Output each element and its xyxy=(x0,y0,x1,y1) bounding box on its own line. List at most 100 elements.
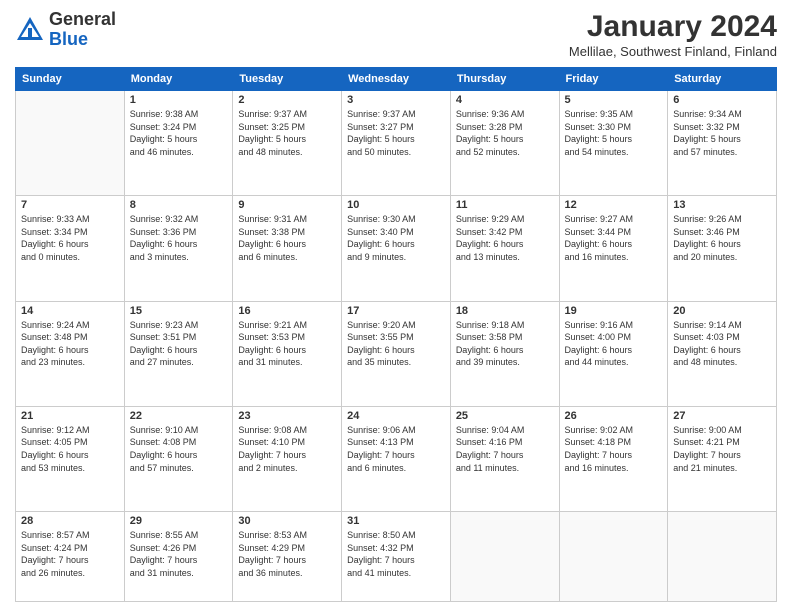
table-row: 2Sunrise: 9:37 AM Sunset: 3:25 PM Daylig… xyxy=(233,91,342,196)
table-row: 22Sunrise: 9:10 AM Sunset: 4:08 PM Dayli… xyxy=(124,406,233,511)
day-info: Sunrise: 9:14 AM Sunset: 4:03 PM Dayligh… xyxy=(673,319,771,369)
col-tuesday: Tuesday xyxy=(233,68,342,91)
table-row: 3 Sunrise: 9:37 AM Sunset: 3:27 PM Daylig… xyxy=(342,91,451,196)
table-row: 6 Sunrise: 9:34 AM Sunset: 3:32 PM Daylig… xyxy=(668,91,777,196)
day-number: 5 xyxy=(565,94,663,106)
day-info: Sunrise: 9:37 AM Sunset: 3:27 PM Dayligh… xyxy=(347,108,445,158)
day-info: Sunrise: 9:37 AM Sunset: 3:25 PM Dayligh… xyxy=(238,108,336,158)
day-number: 10 xyxy=(347,199,445,211)
table-row: 13 Sunrise: 9:26 AM Sunset: 3:46 PM Dayli… xyxy=(668,196,777,301)
day-info: Sunrise: 9:16 AM Sunset: 4:00 PM Dayligh… xyxy=(565,319,663,369)
day-info: Sunrise: 9:08 AM Sunset: 4:10 PM Dayligh… xyxy=(238,424,336,474)
day-number: 25 xyxy=(456,410,554,422)
table-row xyxy=(450,512,559,602)
table-row: 28 Sunrise: 8:57 AM Sunset: 4:24 PM Dayli… xyxy=(16,512,125,602)
day-info: Sunrise: 8:57 AM Sunset: 4:24 PM Dayligh… xyxy=(21,529,119,579)
calendar-table: Sunday Monday Tuesday Wednesday Thursday… xyxy=(15,67,777,602)
day-number: 29 xyxy=(130,515,228,527)
logo-text: General Blue xyxy=(49,10,116,50)
table-row xyxy=(16,91,125,196)
day-info: Sunrise: 9:02 AM Sunset: 4:18 PM Dayligh… xyxy=(565,424,663,474)
table-row: 30Sunrise: 8:53 AM Sunset: 4:29 PM Dayli… xyxy=(233,512,342,602)
calendar-week-3: 14Sunrise: 9:24 AM Sunset: 3:48 PM Dayli… xyxy=(16,301,777,406)
day-number: 6 xyxy=(673,94,771,106)
day-number: 18 xyxy=(456,305,554,317)
calendar-week-4: 21 Sunrise: 9:12 AM Sunset: 4:05 PM Dayli… xyxy=(16,406,777,511)
day-number: 26 xyxy=(565,410,663,422)
month-title: January 2024 xyxy=(569,10,777,44)
table-row: 15Sunrise: 9:23 AM Sunset: 3:51 PM Dayli… xyxy=(124,301,233,406)
location: Mellilae, Southwest Finland, Finland xyxy=(569,44,777,59)
day-number: 28 xyxy=(21,515,119,527)
table-row: 21 Sunrise: 9:12 AM Sunset: 4:05 PM Dayli… xyxy=(16,406,125,511)
calendar-week-2: 7 Sunrise: 9:33 AM Sunset: 3:34 PM Daylig… xyxy=(16,196,777,301)
day-number: 1 xyxy=(130,94,228,106)
table-row: 12 Sunrise: 9:27 AM Sunset: 3:44 PM Dayli… xyxy=(559,196,668,301)
day-info: Sunrise: 9:26 AM Sunset: 3:46 PM Dayligh… xyxy=(673,213,771,263)
table-row: 11 Sunrise: 9:29 AM Sunset: 3:42 PM Dayli… xyxy=(450,196,559,301)
day-number: 9 xyxy=(238,199,336,211)
table-row: 9 Sunrise: 9:31 AM Sunset: 3:38 PM Daylig… xyxy=(233,196,342,301)
table-row: 1 Sunrise: 9:38 AM Sunset: 3:24 PM Daylig… xyxy=(124,91,233,196)
table-row xyxy=(668,512,777,602)
day-number: 13 xyxy=(673,199,771,211)
day-number: 17 xyxy=(347,305,445,317)
col-sunday: Sunday xyxy=(16,68,125,91)
day-number: 12 xyxy=(565,199,663,211)
day-number: 8 xyxy=(130,199,228,211)
day-number: 7 xyxy=(21,199,119,211)
day-info: Sunrise: 9:00 AM Sunset: 4:21 PM Dayligh… xyxy=(673,424,771,474)
day-number: 27 xyxy=(673,410,771,422)
calendar-header-row: Sunday Monday Tuesday Wednesday Thursday… xyxy=(16,68,777,91)
table-row: 31Sunrise: 8:50 AM Sunset: 4:32 PM Dayli… xyxy=(342,512,451,602)
page: General Blue January 2024 Mellilae, Sout… xyxy=(0,0,792,612)
day-number: 19 xyxy=(565,305,663,317)
day-info: Sunrise: 9:38 AM Sunset: 3:24 PM Dayligh… xyxy=(130,108,228,158)
day-info: Sunrise: 9:04 AM Sunset: 4:16 PM Dayligh… xyxy=(456,424,554,474)
day-info: Sunrise: 9:29 AM Sunset: 3:42 PM Dayligh… xyxy=(456,213,554,263)
table-row: 25 Sunrise: 9:04 AM Sunset: 4:16 PM Dayli… xyxy=(450,406,559,511)
day-info: Sunrise: 9:35 AM Sunset: 3:30 PM Dayligh… xyxy=(565,108,663,158)
table-row: 18 Sunrise: 9:18 AM Sunset: 3:58 PM Dayli… xyxy=(450,301,559,406)
table-row: 14Sunrise: 9:24 AM Sunset: 3:48 PM Dayli… xyxy=(16,301,125,406)
title-block: January 2024 Mellilae, Southwest Finland… xyxy=(569,10,777,59)
day-info: Sunrise: 8:50 AM Sunset: 4:32 PM Dayligh… xyxy=(347,529,445,579)
day-number: 3 xyxy=(347,94,445,106)
table-row: 5 Sunrise: 9:35 AM Sunset: 3:30 PM Daylig… xyxy=(559,91,668,196)
table-row: 17 Sunrise: 9:20 AM Sunset: 3:55 PM Dayli… xyxy=(342,301,451,406)
table-row: 20Sunrise: 9:14 AM Sunset: 4:03 PM Dayli… xyxy=(668,301,777,406)
table-row: 7 Sunrise: 9:33 AM Sunset: 3:34 PM Daylig… xyxy=(16,196,125,301)
day-info: Sunrise: 9:36 AM Sunset: 3:28 PM Dayligh… xyxy=(456,108,554,158)
day-number: 4 xyxy=(456,94,554,106)
logo-blue: Blue xyxy=(49,29,88,49)
day-number: 22 xyxy=(130,410,228,422)
day-number: 14 xyxy=(21,305,119,317)
day-info: Sunrise: 9:18 AM Sunset: 3:58 PM Dayligh… xyxy=(456,319,554,369)
table-row: 27 Sunrise: 9:00 AM Sunset: 4:21 PM Dayli… xyxy=(668,406,777,511)
day-info: Sunrise: 9:31 AM Sunset: 3:38 PM Dayligh… xyxy=(238,213,336,263)
table-row: 24Sunrise: 9:06 AM Sunset: 4:13 PM Dayli… xyxy=(342,406,451,511)
day-info: Sunrise: 9:27 AM Sunset: 3:44 PM Dayligh… xyxy=(565,213,663,263)
table-row: 16Sunrise: 9:21 AM Sunset: 3:53 PM Dayli… xyxy=(233,301,342,406)
table-row: 26 Sunrise: 9:02 AM Sunset: 4:18 PM Dayli… xyxy=(559,406,668,511)
table-row: 23Sunrise: 9:08 AM Sunset: 4:10 PM Dayli… xyxy=(233,406,342,511)
table-row: 8Sunrise: 9:32 AM Sunset: 3:36 PM Daylig… xyxy=(124,196,233,301)
day-info: Sunrise: 9:12 AM Sunset: 4:05 PM Dayligh… xyxy=(21,424,119,474)
day-info: Sunrise: 9:34 AM Sunset: 3:32 PM Dayligh… xyxy=(673,108,771,158)
col-saturday: Saturday xyxy=(668,68,777,91)
day-info: Sunrise: 9:20 AM Sunset: 3:55 PM Dayligh… xyxy=(347,319,445,369)
day-info: Sunrise: 8:55 AM Sunset: 4:26 PM Dayligh… xyxy=(130,529,228,579)
table-row: 19 Sunrise: 9:16 AM Sunset: 4:00 PM Dayli… xyxy=(559,301,668,406)
day-number: 24 xyxy=(347,410,445,422)
calendar-week-1: 1 Sunrise: 9:38 AM Sunset: 3:24 PM Daylig… xyxy=(16,91,777,196)
day-info: Sunrise: 9:33 AM Sunset: 3:34 PM Dayligh… xyxy=(21,213,119,263)
table-row: 10Sunrise: 9:30 AM Sunset: 3:40 PM Dayli… xyxy=(342,196,451,301)
col-thursday: Thursday xyxy=(450,68,559,91)
table-row: 29 Sunrise: 8:55 AM Sunset: 4:26 PM Dayli… xyxy=(124,512,233,602)
col-monday: Monday xyxy=(124,68,233,91)
header: General Blue January 2024 Mellilae, Sout… xyxy=(15,10,777,59)
day-number: 11 xyxy=(456,199,554,211)
day-number: 21 xyxy=(21,410,119,422)
col-wednesday: Wednesday xyxy=(342,68,451,91)
table-row xyxy=(559,512,668,602)
